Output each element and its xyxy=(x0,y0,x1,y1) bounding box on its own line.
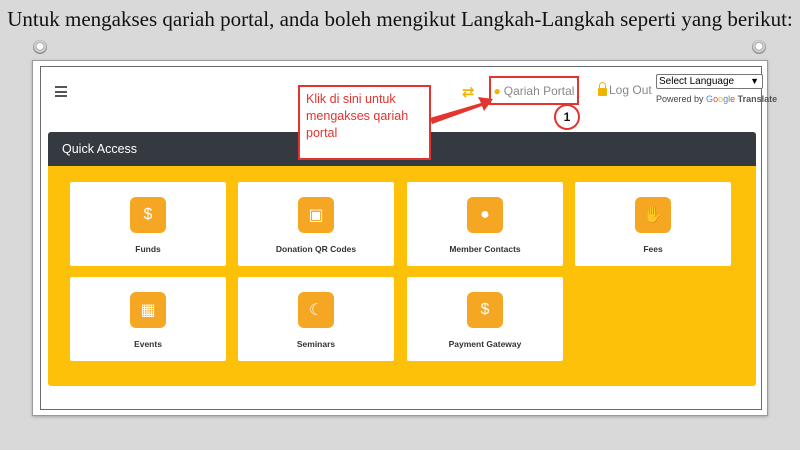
slide-title: Untuk mengakses qariah portal, anda bole… xyxy=(7,7,793,31)
tile-label: Payment Gateway xyxy=(448,339,522,349)
tile-label: Funds xyxy=(135,244,161,254)
hand-money-icon: ✋ xyxy=(635,197,671,233)
binder-ring-left-icon xyxy=(33,40,47,54)
payment-hand-icon: $ xyxy=(467,292,503,328)
screenshot-frame: ⇄ ● Qariah Portal Log Out Select Languag… xyxy=(32,60,777,416)
tile-payment-gateway[interactable]: $ Payment Gateway xyxy=(407,277,563,361)
portal-window: ⇄ ● Qariah Portal Log Out Select Languag… xyxy=(40,66,777,410)
person-icon: ● xyxy=(467,197,503,233)
tile-events[interactable]: ▦ Events xyxy=(70,277,226,361)
tile-member-contacts[interactable]: ● Member Contacts xyxy=(407,182,563,266)
donation-box-icon: ▣ xyxy=(298,197,334,233)
tile-donation-qr-codes[interactable]: ▣ Donation QR Codes xyxy=(238,182,394,266)
tile-fees[interactable]: ✋ Fees xyxy=(575,182,731,266)
quick-access-panel: Quick Access $ Funds ▣ Donation QR Codes… xyxy=(48,132,756,386)
money-icon: $ xyxy=(130,197,166,233)
tile-funds[interactable]: $ Funds xyxy=(70,182,226,266)
callout-box: Klik di sini untuk mengakses qariah port… xyxy=(298,85,431,160)
tile-label: Member Contacts xyxy=(449,244,521,254)
tile-label: Fees xyxy=(643,244,663,254)
tile-seminars[interactable]: ☾ Seminars xyxy=(238,277,394,361)
tile-label: Donation QR Codes xyxy=(275,244,357,254)
calendar-icon: ▦ xyxy=(130,292,166,328)
callout-text: Klik di sini untuk mengakses qariah port… xyxy=(306,92,409,140)
tile-label: Seminars xyxy=(296,339,336,349)
binder-ring-right-icon xyxy=(752,40,766,54)
step-number-badge: 1 xyxy=(554,104,580,130)
tile-label: Events xyxy=(134,339,162,349)
crescent-calendar-icon: ☾ xyxy=(298,292,334,328)
